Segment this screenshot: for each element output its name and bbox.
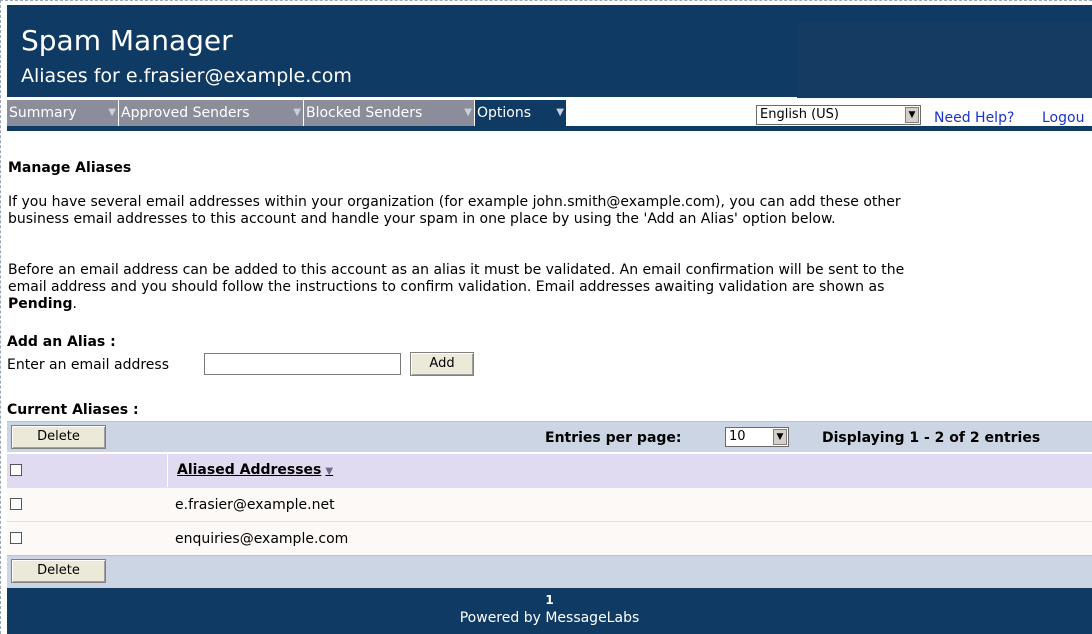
entries-value: 10	[729, 429, 746, 444]
nav-underline	[7, 126, 1092, 131]
intro-paragraph: If you have several email addresses with…	[8, 194, 1083, 228]
email-input[interactable]	[204, 353, 401, 375]
app-title: Spam Manager	[21, 24, 233, 57]
intro-line: business email addresses to this account…	[8, 211, 836, 227]
logout-link[interactable]: Logou	[1042, 108, 1084, 128]
intro-line: If you have several email addresses with…	[8, 194, 901, 210]
tab-approved-senders[interactable]: Approved Senders ▼	[119, 100, 303, 126]
pending-period: .	[72, 296, 77, 312]
nav-bar: Summary ▼ Approved Senders ▼ Blocked Sen…	[7, 100, 1092, 131]
page-footer: 1 Powered by MessageLabs	[7, 588, 1092, 634]
chevron-down-icon: ▼	[464, 107, 472, 118]
pending-label: Pending	[8, 296, 73, 312]
table-toolbar-top: Delete Entries per page: 10 ▼ Displaying…	[7, 421, 1092, 452]
validation-line: Before an email address can be added to …	[8, 262, 905, 278]
section-heading: Manage Aliases	[8, 160, 132, 176]
add-button[interactable]: Add	[410, 352, 474, 376]
tab-label: Approved Senders	[121, 105, 250, 121]
tab-options[interactable]: Options ▼	[475, 100, 566, 126]
tab-summary[interactable]: Summary ▼	[7, 100, 118, 126]
page-frame-left	[0, 0, 2, 634]
alias-address: enquiries@example.com	[175, 531, 349, 547]
chevron-down-icon: ▼	[108, 107, 116, 118]
entries-per-page-label: Entries per page:	[545, 430, 682, 446]
chevron-down-icon: ▼	[556, 107, 564, 118]
tab-label: Blocked Senders	[306, 105, 423, 121]
column-header-label: Aliased Addresses	[177, 462, 322, 478]
language-select[interactable]: English (US) ▼	[756, 105, 921, 125]
sort-chevron-icon: ▼	[325, 466, 334, 477]
tab-label: Summary	[9, 105, 77, 121]
app-header: Spam Manager Aliases for e.frasier@examp…	[7, 5, 1092, 98]
row-checkbox[interactable]	[10, 498, 22, 510]
email-label: Enter an email address	[7, 357, 169, 373]
pagination-info: Displaying 1 - 2 of 2 entries	[822, 430, 1041, 446]
language-value: English (US)	[760, 107, 839, 122]
tab-label: Options	[477, 105, 532, 121]
table-row: e.frasier@example.net	[7, 487, 1092, 522]
delete-button[interactable]: Delete	[11, 425, 106, 449]
dropdown-arrow-icon[interactable]: ▼	[905, 107, 919, 123]
page-number[interactable]: 1	[7, 593, 1092, 607]
select-all-checkbox[interactable]	[10, 464, 22, 476]
validation-line: email address and you should follow the …	[8, 279, 885, 295]
aliased-addresses-column-header[interactable]: Aliased Addresses ▼	[177, 462, 333, 478]
table-header: Aliased Addresses ▼	[7, 454, 1092, 487]
chevron-down-icon: ▼	[293, 107, 301, 118]
validation-line: Pending.	[8, 296, 1083, 313]
help-link[interactable]: Need Help?	[934, 108, 1014, 128]
header-brand-area	[797, 22, 1092, 98]
row-checkbox[interactable]	[10, 532, 22, 544]
entries-per-page-select[interactable]: 10 ▼	[725, 427, 789, 447]
column-divider	[167, 454, 168, 487]
tab-blocked-senders[interactable]: Blocked Senders ▼	[304, 100, 474, 126]
table-toolbar-bottom: Delete	[7, 555, 1092, 589]
alias-address: e.frasier@example.net	[175, 497, 335, 513]
add-alias-heading: Add an Alias :	[7, 334, 116, 350]
dropdown-arrow-icon[interactable]: ▼	[773, 429, 787, 445]
current-aliases-heading: Current Aliases :	[7, 402, 139, 418]
table-row: enquiries@example.com	[7, 521, 1092, 556]
powered-by: Powered by MessageLabs	[459, 610, 640, 626]
page-subtitle: Aliases for e.frasier@example.com	[21, 65, 352, 87]
validation-paragraph: Before an email address can be added to …	[8, 262, 1083, 313]
delete-button[interactable]: Delete	[11, 559, 106, 583]
